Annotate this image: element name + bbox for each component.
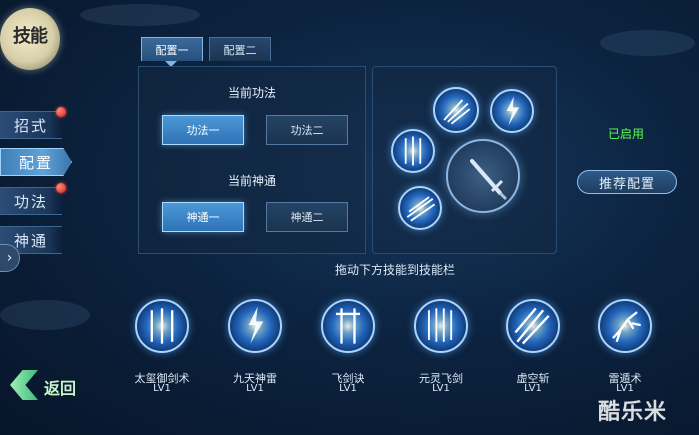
sword-icon xyxy=(470,159,508,201)
skill-item[interactable] xyxy=(598,299,652,353)
skill-level: LV1 xyxy=(432,383,450,394)
void-slash-icon xyxy=(514,307,550,345)
shentong-1-button[interactable]: 神通一 xyxy=(162,202,244,232)
skill-item[interactable] xyxy=(228,299,282,353)
skill-level: LV1 xyxy=(246,383,264,394)
equipped-skill-slot[interactable] xyxy=(490,89,534,133)
page-title: 技能 xyxy=(13,26,48,47)
nav-item-moves[interactable]: 招式 xyxy=(0,111,62,139)
back-button[interactable]: 返回 xyxy=(44,375,76,399)
skill-item[interactable] xyxy=(321,299,375,353)
nav-item-config[interactable]: 配置 xyxy=(0,148,72,176)
lightning-icon xyxy=(506,96,520,126)
equipped-skill-slot[interactable] xyxy=(433,87,479,133)
cloud-decoration xyxy=(600,30,695,56)
skill-item[interactable] xyxy=(414,299,468,353)
gongfa-2-button[interactable]: 功法二 xyxy=(266,115,348,145)
main-attack-slot[interactable] xyxy=(446,139,520,213)
recommend-config-button[interactable]: 推荐配置 xyxy=(577,170,677,194)
status-enabled: 已启用 xyxy=(607,127,644,141)
button-label: 功法二 xyxy=(290,124,324,137)
ice-shards-icon xyxy=(443,99,471,125)
nav-item-label: 功法 xyxy=(13,192,48,211)
flying-sword-icon xyxy=(406,196,436,222)
lightning-stag-icon xyxy=(612,311,641,343)
tab-label: 配置二 xyxy=(223,43,257,57)
nav-item-label: 神通 xyxy=(13,231,48,250)
drag-hint: 拖动下方技能到技能栏 xyxy=(334,263,455,277)
nav-item-label: 招式 xyxy=(13,116,48,135)
back-arrow-icon[interactable] xyxy=(10,370,38,400)
cloud-decoration xyxy=(0,300,90,330)
tab-config-2[interactable]: 配置二 xyxy=(209,37,271,61)
skill-item[interactable] xyxy=(135,299,189,353)
skill-level: LV1 xyxy=(339,383,357,394)
button-label: 功法一 xyxy=(186,124,220,137)
shentong-section-title: 当前神通 xyxy=(227,174,276,188)
nav-item-gongfa[interactable]: 功法 xyxy=(0,187,62,215)
tab-config-1[interactable]: 配置一 xyxy=(141,37,203,61)
skill-item[interactable] xyxy=(506,299,560,353)
tab-label: 配置一 xyxy=(155,43,189,57)
skill-level: LV1 xyxy=(616,383,634,394)
sword-formation-icon xyxy=(150,308,174,344)
gongfa-1-button[interactable]: 功法一 xyxy=(162,115,244,145)
notification-badge xyxy=(56,107,66,117)
flying-sword-icon xyxy=(335,308,361,344)
nav-item-label: 配置 xyxy=(18,153,53,172)
button-label: 推荐配置 xyxy=(598,176,655,192)
cloud-decoration xyxy=(80,4,200,26)
skill-level: LV1 xyxy=(153,383,171,394)
thunder-icon xyxy=(248,306,264,344)
shentong-2-button[interactable]: 神通二 xyxy=(266,202,348,232)
equipped-skill-slot[interactable] xyxy=(398,186,442,230)
spirit-swords-icon xyxy=(428,308,453,342)
equipped-skill-slot[interactable] xyxy=(391,129,435,173)
notification-badge xyxy=(56,183,66,193)
button-label: 神通一 xyxy=(186,211,220,224)
watermark: 酷乐米 xyxy=(598,400,668,425)
gongfa-section-title: 当前功法 xyxy=(227,86,276,100)
sword-formation-icon xyxy=(404,136,422,166)
button-label: 神通二 xyxy=(290,211,324,224)
skill-level: LV1 xyxy=(524,383,542,394)
